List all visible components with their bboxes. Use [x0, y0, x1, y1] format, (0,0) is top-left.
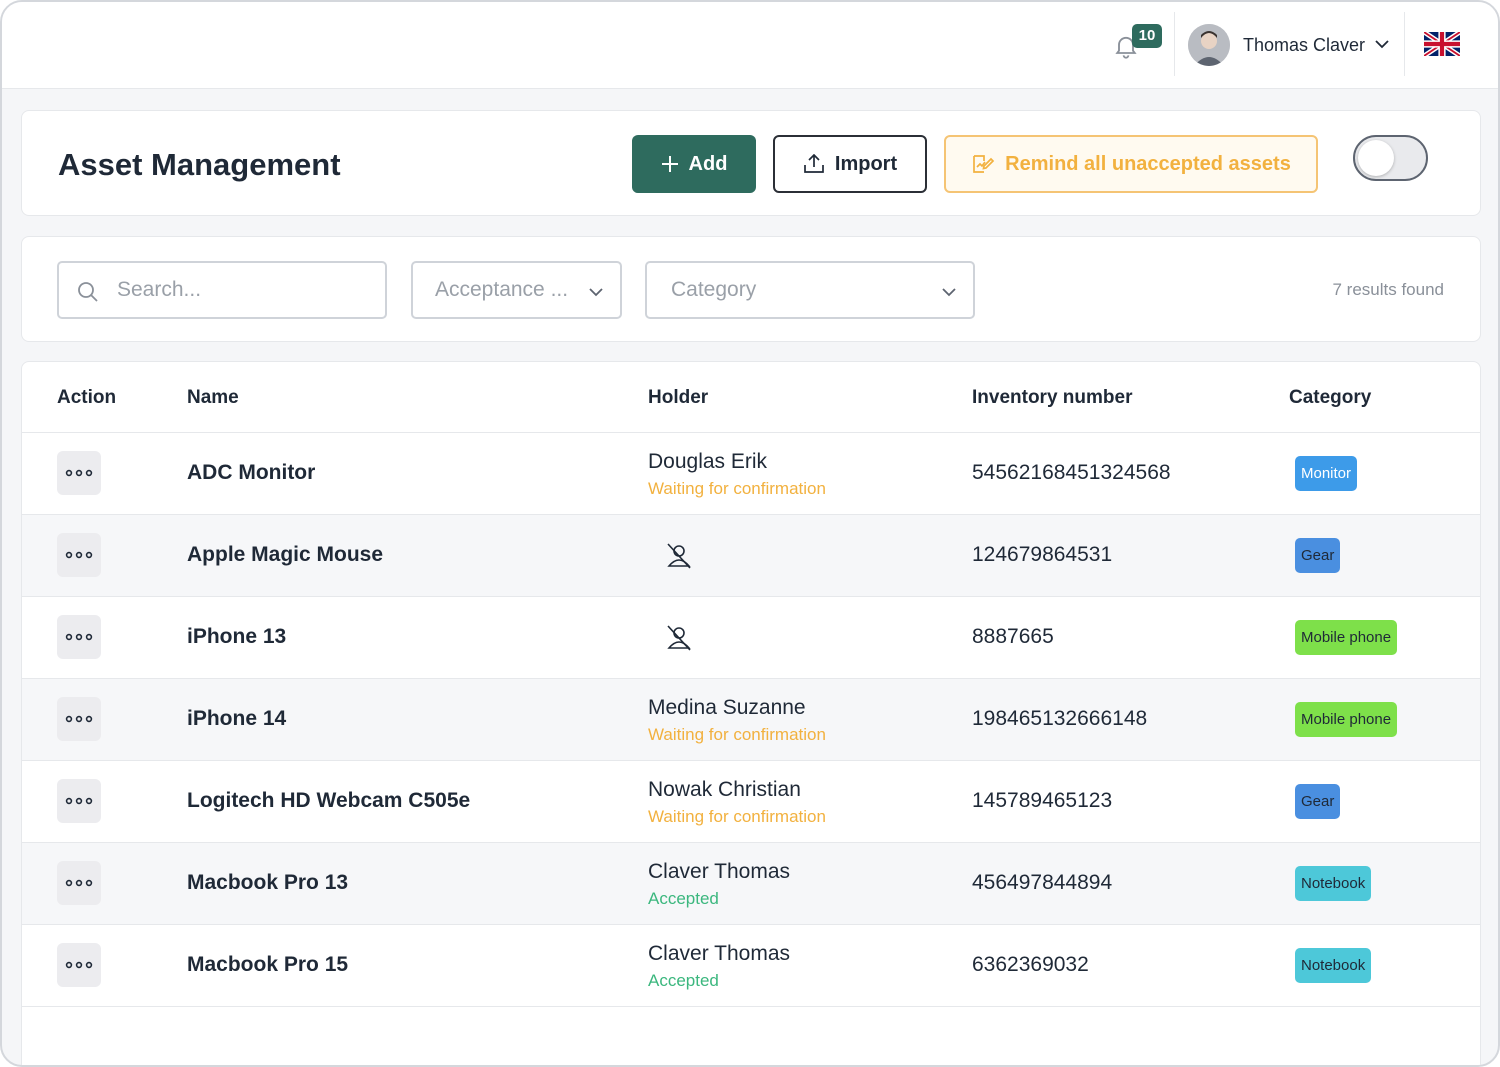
table-row[interactable]: iPhone 14 Medina Suzanne Waiting for con…	[22, 679, 1480, 761]
inventory-number: 8887665	[972, 625, 1054, 648]
chevron-down-icon[interactable]	[1374, 38, 1390, 50]
asset-table: Action Name Holder Inventory number Cate…	[21, 361, 1481, 1065]
category-select[interactable]: Category	[645, 261, 975, 319]
more-options-icon	[65, 879, 93, 887]
upload-icon	[804, 154, 824, 173]
row-actions-button[interactable]	[57, 943, 101, 987]
category-badge: Gear	[1295, 784, 1341, 819]
results-count: 7 results found	[1332, 280, 1444, 299]
holder-status: Waiting for confirmation	[648, 479, 826, 498]
divider	[1404, 12, 1405, 76]
search-input[interactable]: Search...	[57, 261, 387, 319]
asset-name[interactable]: Macbook Pro 13	[187, 871, 348, 895]
table-row[interactable]: Macbook Pro 13 Claver Thomas Accepted 45…	[22, 843, 1480, 925]
no-user-icon	[667, 625, 691, 651]
holder-name: Douglas Erik	[648, 450, 768, 473]
inventory-number: 198465132666148	[972, 707, 1148, 730]
row-actions-button[interactable]	[57, 451, 101, 495]
more-options-icon	[65, 551, 93, 559]
import-button-label: Import	[834, 152, 898, 175]
holder-name: Nowak Christian	[648, 778, 801, 801]
more-options-icon	[65, 469, 93, 477]
category-badge: Notebook	[1295, 866, 1372, 901]
holder-status: Waiting for confirmation	[648, 725, 826, 744]
asset-name[interactable]: Logitech HD Webcam C505e	[187, 789, 470, 813]
column-header-inventory: Inventory number	[972, 387, 1133, 408]
inventory-number: 456497844894	[972, 871, 1113, 894]
column-header-name: Name	[187, 387, 239, 408]
avatar[interactable]	[1188, 24, 1230, 66]
asset-name[interactable]: ADC Monitor	[187, 461, 315, 485]
holder-name: Claver Thomas	[648, 942, 790, 965]
acceptance-placeholder: Acceptance ...	[435, 278, 569, 301]
search-icon	[78, 282, 98, 302]
no-user-icon	[667, 543, 691, 569]
toggle-knob	[1358, 140, 1394, 176]
more-options-icon	[65, 715, 93, 723]
table-row[interactable]: iPhone 13 8887665 Mobile phone	[22, 597, 1480, 679]
filter-card: Search... Acceptance ... Category 7 resu…	[21, 236, 1481, 342]
column-header-holder: Holder	[648, 387, 709, 408]
chevron-down-icon	[589, 288, 603, 297]
holder-name: Medina Suzanne	[648, 696, 806, 719]
row-actions-button[interactable]	[57, 533, 101, 577]
add-button-label: Add	[688, 152, 728, 175]
table-row[interactable]: Logitech HD Webcam C505e Nowak Christian…	[22, 761, 1480, 843]
category-placeholder: Category	[671, 278, 757, 301]
search-placeholder: Search...	[117, 278, 202, 301]
inventory-number: 124679864531	[972, 543, 1113, 566]
table-row[interactable]: ADC Monitor Douglas Erik Waiting for con…	[22, 433, 1480, 515]
header-card: Asset Management Add Import Remind all u…	[21, 110, 1481, 216]
holder-status: Accepted	[648, 971, 719, 990]
asset-name[interactable]: Macbook Pro 15	[187, 953, 348, 977]
more-options-icon	[65, 961, 93, 969]
chevron-down-icon	[942, 288, 956, 297]
add-button[interactable]: Add	[632, 135, 756, 193]
row-actions-button[interactable]	[57, 779, 101, 823]
divider	[1174, 12, 1175, 76]
more-options-icon	[65, 797, 93, 805]
plus-icon	[661, 156, 678, 172]
notification-count-badge: 10	[1132, 24, 1162, 48]
category-badge: Mobile phone	[1295, 620, 1398, 655]
holder-status: Waiting for confirmation	[648, 807, 826, 826]
inventory-number: 6362369032	[972, 953, 1089, 976]
row-actions-button[interactable]	[57, 697, 101, 741]
remind-all-button-label: Remind all unaccepted assets	[1005, 152, 1291, 175]
page-title: Asset Management	[58, 147, 341, 182]
asset-name[interactable]: iPhone 14	[187, 707, 286, 731]
asset-name[interactable]: iPhone 13	[187, 625, 286, 649]
import-button[interactable]: Import	[773, 135, 927, 193]
uk-flag-icon[interactable]	[1424, 32, 1460, 56]
holder-status: Accepted	[648, 889, 719, 908]
top-bar: 10 Thomas Claver	[2, 2, 1498, 89]
row-actions-button[interactable]	[57, 615, 101, 659]
column-header-action: Action	[57, 387, 117, 408]
table-row[interactable]: Macbook Pro 15 Claver Thomas Accepted 63…	[22, 925, 1480, 1007]
remind-all-button[interactable]: Remind all unaccepted assets	[944, 135, 1318, 193]
app-frame: 10 Thomas Claver Asset Management Add Im…	[0, 0, 1500, 1067]
category-badge: Notebook	[1295, 948, 1372, 983]
inventory-number: 54562168451324568	[972, 461, 1171, 484]
user-name[interactable]: Thomas Claver	[1243, 35, 1365, 56]
acceptance-select[interactable]: Acceptance ...	[411, 261, 622, 319]
table-row[interactable]: Apple Magic Mouse 124679864531 Gear	[22, 515, 1480, 597]
column-header-category: Category	[1289, 387, 1372, 408]
view-toggle[interactable]	[1353, 135, 1428, 181]
edit-document-icon	[973, 155, 995, 173]
table-header: Action Name Holder Inventory number Cate…	[22, 362, 1480, 433]
more-options-icon	[65, 633, 93, 641]
category-badge: Monitor	[1295, 456, 1358, 491]
category-badge: Gear	[1295, 538, 1341, 573]
inventory-number: 145789465123	[972, 789, 1113, 812]
category-badge: Mobile phone	[1295, 702, 1398, 737]
asset-name[interactable]: Apple Magic Mouse	[187, 543, 383, 567]
row-actions-button[interactable]	[57, 861, 101, 905]
holder-name: Claver Thomas	[648, 860, 790, 883]
